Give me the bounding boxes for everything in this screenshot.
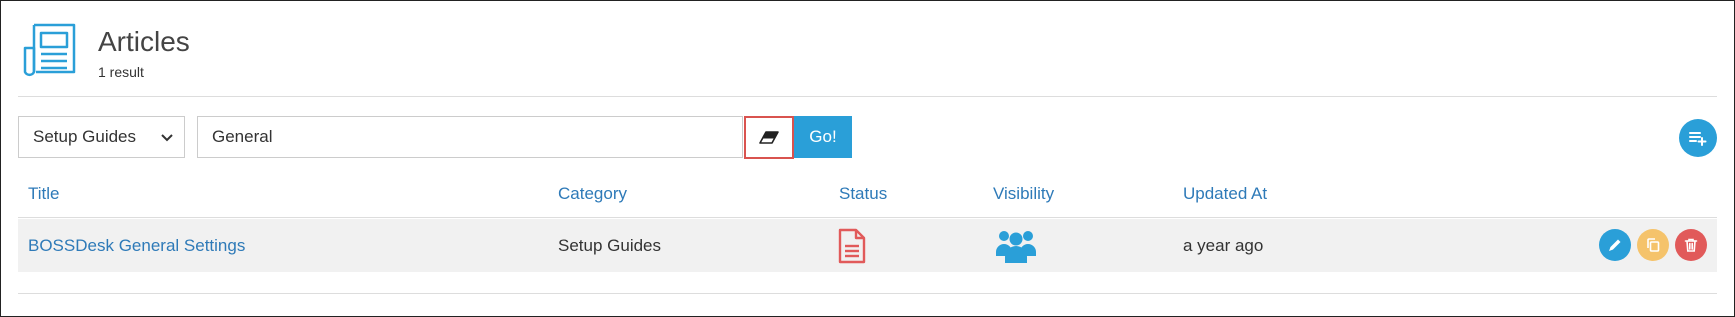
table-row: BOSSDesk General Settings Setup Guides a… <box>18 219 1717 272</box>
table-bottom-divider <box>18 293 1717 294</box>
search-input-value: General <box>212 127 273 146</box>
edit-button[interactable] <box>1599 229 1631 261</box>
pencil-icon <box>1609 239 1621 251</box>
clear-search-button[interactable] <box>744 116 794 159</box>
column-header-title[interactable]: Title <box>28 184 60 204</box>
column-header-category[interactable]: Category <box>558 184 627 204</box>
users-icon <box>996 230 1036 263</box>
go-button[interactable]: Go! <box>794 116 852 158</box>
trash-icon <box>1684 238 1698 252</box>
eraser-icon <box>759 130 779 144</box>
add-article-button[interactable] <box>1679 119 1717 157</box>
column-header-updated-at[interactable]: Updated At <box>1183 184 1267 204</box>
article-category: Setup Guides <box>558 235 662 255</box>
search-input[interactable]: General <box>197 116 743 158</box>
column-header-visibility[interactable]: Visibility <box>993 184 1054 204</box>
result-count: 1 result <box>98 64 144 80</box>
category-select[interactable]: Setup Guides <box>18 116 185 158</box>
page-title: Articles <box>98 26 190 57</box>
page-header: Articles 1 result <box>22 22 190 82</box>
copy-button[interactable] <box>1637 229 1669 261</box>
row-actions <box>1599 229 1707 261</box>
column-header-status[interactable]: Status <box>839 184 887 204</box>
table-header: Title Category Status Visibility Updated… <box>18 178 1717 218</box>
article-title-link[interactable]: BOSSDesk General Settings <box>28 236 245 256</box>
category-select-value: Setup Guides <box>33 127 137 146</box>
copy-icon <box>1647 238 1660 252</box>
header-divider <box>18 96 1717 97</box>
add-list-icon <box>1689 132 1707 146</box>
document-icon <box>838 228 866 263</box>
filter-toolbar: Setup Guides General Go! <box>18 116 852 159</box>
articles-icon <box>23 23 76 77</box>
delete-button[interactable] <box>1675 229 1707 261</box>
chevron-down-icon <box>161 134 173 142</box>
article-updated-at: a year ago <box>1183 235 1264 255</box>
